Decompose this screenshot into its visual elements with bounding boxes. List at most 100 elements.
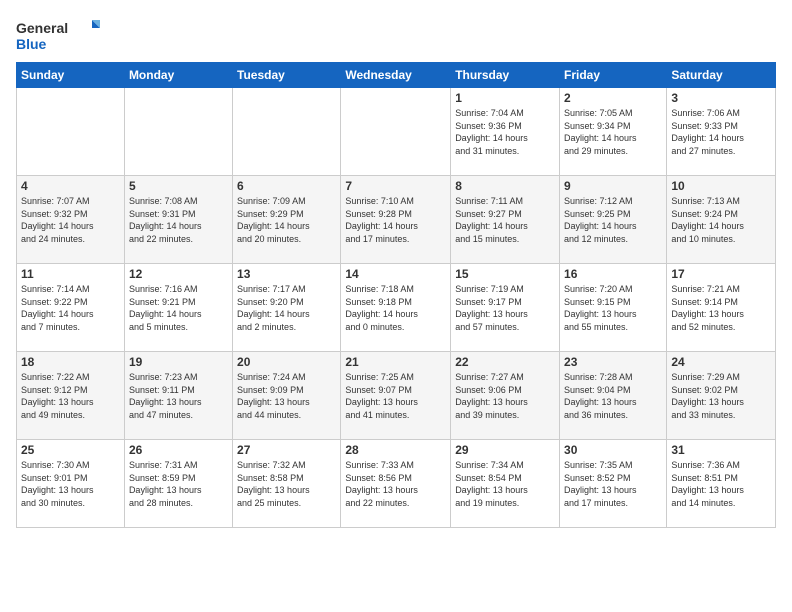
day-number: 20 [237, 355, 336, 369]
day-info: Sunrise: 7:12 AM Sunset: 9:25 PM Dayligh… [564, 195, 662, 245]
day-number: 29 [455, 443, 555, 457]
calendar-week-5: 25 Sunrise: 7:30 AM Sunset: 9:01 PM Dayli… [17, 440, 776, 528]
day-info: Sunrise: 7:36 AM Sunset: 8:51 PM Dayligh… [671, 459, 771, 509]
calendar-cell: 11 Sunrise: 7:14 AM Sunset: 9:22 PM Dayli… [17, 264, 125, 352]
day-info: Sunrise: 7:14 AM Sunset: 9:22 PM Dayligh… [21, 283, 120, 333]
day-number: 23 [564, 355, 662, 369]
day-info: Sunrise: 7:29 AM Sunset: 9:02 PM Dayligh… [671, 371, 771, 421]
calendar-cell: 8 Sunrise: 7:11 AM Sunset: 9:27 PM Daylig… [451, 176, 560, 264]
calendar-cell: 20 Sunrise: 7:24 AM Sunset: 9:09 PM Dayli… [233, 352, 341, 440]
day-number: 6 [237, 179, 336, 193]
day-info: Sunrise: 7:13 AM Sunset: 9:24 PM Dayligh… [671, 195, 771, 245]
calendar-cell: 24 Sunrise: 7:29 AM Sunset: 9:02 PM Dayli… [667, 352, 776, 440]
calendar-cell [17, 88, 125, 176]
day-info: Sunrise: 7:10 AM Sunset: 9:28 PM Dayligh… [345, 195, 446, 245]
day-info: Sunrise: 7:32 AM Sunset: 8:58 PM Dayligh… [237, 459, 336, 509]
calendar-cell [341, 88, 451, 176]
day-info: Sunrise: 7:23 AM Sunset: 9:11 PM Dayligh… [129, 371, 228, 421]
calendar-cell: 18 Sunrise: 7:22 AM Sunset: 9:12 PM Dayli… [17, 352, 125, 440]
weekday-header-monday: Monday [124, 63, 232, 88]
calendar-cell: 13 Sunrise: 7:17 AM Sunset: 9:20 PM Dayli… [233, 264, 341, 352]
day-number: 9 [564, 179, 662, 193]
calendar-cell: 22Sunrise: 7:27 AM Sunset: 9:06 PM Dayli… [451, 352, 560, 440]
calendar-cell: 19 Sunrise: 7:23 AM Sunset: 9:11 PM Dayli… [124, 352, 232, 440]
weekday-header-sunday: Sunday [17, 63, 125, 88]
calendar-cell: 30 Sunrise: 7:35 AM Sunset: 8:52 PM Dayli… [560, 440, 667, 528]
day-number: 5 [129, 179, 228, 193]
day-number: 8 [455, 179, 555, 193]
calendar-cell: 6 Sunrise: 7:09 AM Sunset: 9:29 PM Daylig… [233, 176, 341, 264]
day-number: 22 [455, 355, 555, 369]
day-number: 14 [345, 267, 446, 281]
day-number: 31 [671, 443, 771, 457]
day-info: Sunrise: 7:22 AM Sunset: 9:12 PM Dayligh… [21, 371, 120, 421]
day-info: Sunrise: 7:24 AM Sunset: 9:09 PM Dayligh… [237, 371, 336, 421]
day-number: 30 [564, 443, 662, 457]
day-number: 12 [129, 267, 228, 281]
day-info: Sunrise: 7:19 AM Sunset: 9:17 PM Dayligh… [455, 283, 555, 333]
day-number: 26 [129, 443, 228, 457]
calendar-table: SundayMondayTuesdayWednesdayThursdayFrid… [16, 62, 776, 528]
logo: General Blue [16, 16, 106, 54]
weekday-header-tuesday: Tuesday [233, 63, 341, 88]
logo-svg: General Blue [16, 16, 106, 54]
calendar-cell [233, 88, 341, 176]
day-number: 17 [671, 267, 771, 281]
weekday-header-saturday: Saturday [667, 63, 776, 88]
day-info: Sunrise: 7:31 AM Sunset: 8:59 PM Dayligh… [129, 459, 228, 509]
calendar-cell: 15 Sunrise: 7:19 AM Sunset: 9:17 PM Dayli… [451, 264, 560, 352]
calendar-cell: 28Sunrise: 7:33 AM Sunset: 8:56 PM Dayli… [341, 440, 451, 528]
day-number: 1 [455, 91, 555, 105]
day-info: Sunrise: 7:06 AM Sunset: 9:33 PM Dayligh… [671, 107, 771, 157]
day-number: 19 [129, 355, 228, 369]
calendar-cell: 26 Sunrise: 7:31 AM Sunset: 8:59 PM Dayli… [124, 440, 232, 528]
weekday-header-thursday: Thursday [451, 63, 560, 88]
svg-text:General: General [16, 20, 68, 36]
day-number: 2 [564, 91, 662, 105]
svg-text:Blue: Blue [16, 36, 47, 52]
calendar-cell: 23 Sunrise: 7:28 AM Sunset: 9:04 PM Dayli… [560, 352, 667, 440]
day-number: 10 [671, 179, 771, 193]
calendar-cell: 16Sunrise: 7:20 AM Sunset: 9:15 PM Dayli… [560, 264, 667, 352]
day-info: Sunrise: 7:34 AM Sunset: 8:54 PM Dayligh… [455, 459, 555, 509]
calendar-cell: 3 Sunrise: 7:06 AM Sunset: 9:33 PM Daylig… [667, 88, 776, 176]
day-info: Sunrise: 7:30 AM Sunset: 9:01 PM Dayligh… [21, 459, 120, 509]
calendar-cell: 14Sunrise: 7:18 AM Sunset: 9:18 PM Dayli… [341, 264, 451, 352]
calendar-cell: 1 Sunrise: 7:04 AM Sunset: 9:36 PM Daylig… [451, 88, 560, 176]
day-number: 24 [671, 355, 771, 369]
day-info: Sunrise: 7:16 AM Sunset: 9:21 PM Dayligh… [129, 283, 228, 333]
day-info: Sunrise: 7:35 AM Sunset: 8:52 PM Dayligh… [564, 459, 662, 509]
calendar-cell: 12 Sunrise: 7:16 AM Sunset: 9:21 PM Dayli… [124, 264, 232, 352]
calendar-cell: 4Sunrise: 7:07 AM Sunset: 9:32 PM Daylig… [17, 176, 125, 264]
calendar-cell: 5 Sunrise: 7:08 AM Sunset: 9:31 PM Daylig… [124, 176, 232, 264]
calendar-week-1: 1 Sunrise: 7:04 AM Sunset: 9:36 PM Daylig… [17, 88, 776, 176]
day-number: 21 [345, 355, 446, 369]
day-info: Sunrise: 7:07 AM Sunset: 9:32 PM Dayligh… [21, 195, 120, 245]
day-info: Sunrise: 7:04 AM Sunset: 9:36 PM Dayligh… [455, 107, 555, 157]
calendar-cell: 17Sunrise: 7:21 AM Sunset: 9:14 PM Dayli… [667, 264, 776, 352]
day-info: Sunrise: 7:09 AM Sunset: 9:29 PM Dayligh… [237, 195, 336, 245]
weekday-header-wednesday: Wednesday [341, 63, 451, 88]
day-number: 18 [21, 355, 120, 369]
weekday-header-row: SundayMondayTuesdayWednesdayThursdayFrid… [17, 63, 776, 88]
day-number: 11 [21, 267, 120, 281]
page-container: General Blue SundayMondayTuesdayWednesda… [0, 0, 792, 536]
calendar-week-4: 18 Sunrise: 7:22 AM Sunset: 9:12 PM Dayli… [17, 352, 776, 440]
day-info: Sunrise: 7:17 AM Sunset: 9:20 PM Dayligh… [237, 283, 336, 333]
day-info: Sunrise: 7:11 AM Sunset: 9:27 PM Dayligh… [455, 195, 555, 245]
day-info: Sunrise: 7:28 AM Sunset: 9:04 PM Dayligh… [564, 371, 662, 421]
day-info: Sunrise: 7:08 AM Sunset: 9:31 PM Dayligh… [129, 195, 228, 245]
day-number: 15 [455, 267, 555, 281]
day-number: 13 [237, 267, 336, 281]
calendar-cell: 25 Sunrise: 7:30 AM Sunset: 9:01 PM Dayli… [17, 440, 125, 528]
calendar-week-2: 4Sunrise: 7:07 AM Sunset: 9:32 PM Daylig… [17, 176, 776, 264]
day-number: 25 [21, 443, 120, 457]
day-info: Sunrise: 7:05 AM Sunset: 9:34 PM Dayligh… [564, 107, 662, 157]
day-info: Sunrise: 7:20 AM Sunset: 9:15 PM Dayligh… [564, 283, 662, 333]
day-number: 3 [671, 91, 771, 105]
calendar-cell: 9 Sunrise: 7:12 AM Sunset: 9:25 PM Daylig… [560, 176, 667, 264]
day-number: 28 [345, 443, 446, 457]
calendar-cell: 29 Sunrise: 7:34 AM Sunset: 8:54 PM Dayli… [451, 440, 560, 528]
header: General Blue [16, 16, 776, 54]
day-number: 27 [237, 443, 336, 457]
